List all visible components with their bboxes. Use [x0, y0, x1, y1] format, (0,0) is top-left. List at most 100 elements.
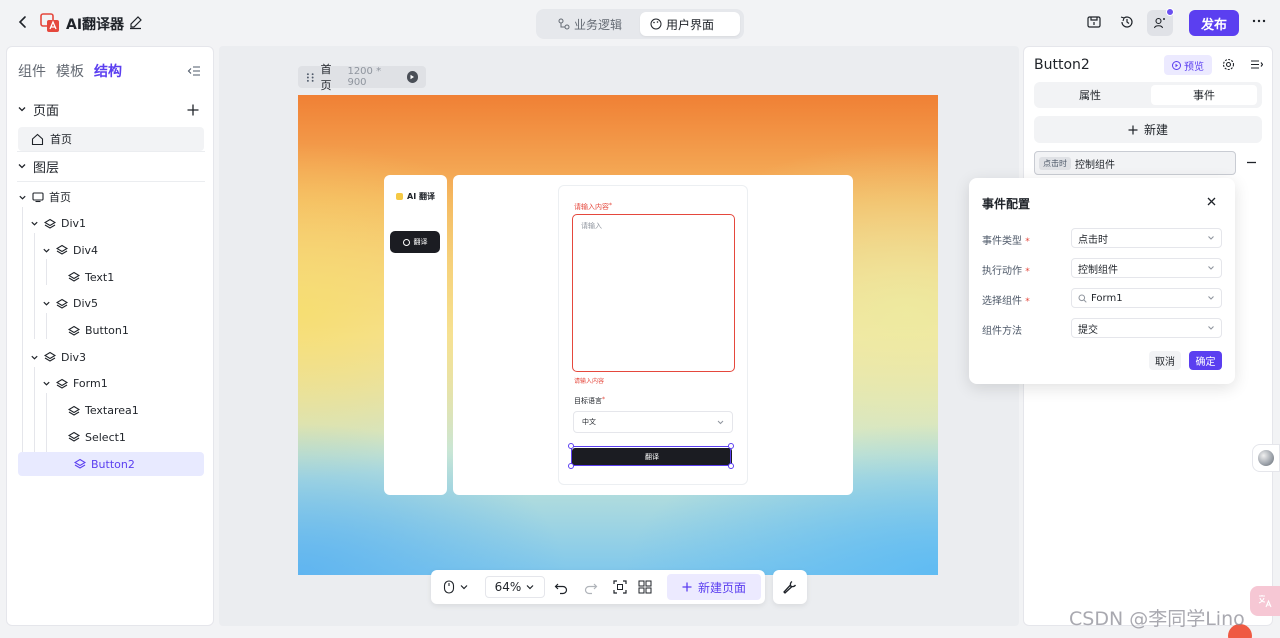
field-label-text: 事件类型: [982, 236, 1022, 247]
page-chip[interactable]: 首页 1200 * 900: [298, 63, 426, 92]
play-icon[interactable]: [406, 71, 418, 83]
tree-node[interactable]: Div5: [42, 292, 204, 316]
more-icon[interactable]: [1251, 13, 1267, 29]
tree-node-label: Div3: [61, 350, 87, 364]
tab-user-interface[interactable]: 用户界面: [640, 12, 740, 36]
tree-node[interactable]: Textarea1: [54, 399, 204, 423]
inspector-tabs: 属性 事件: [1034, 82, 1262, 108]
required-mark: *: [1025, 267, 1030, 277]
tab-events[interactable]: 事件: [1151, 85, 1257, 105]
app-title: AI翻译器: [66, 17, 125, 33]
users-icon: [1153, 17, 1165, 29]
tree-node[interactable]: Form1: [42, 372, 204, 396]
tab-components[interactable]: 组件: [18, 61, 46, 81]
edit-icon[interactable]: [128, 15, 143, 30]
preview-nav-button[interactable]: 翻译: [390, 231, 440, 253]
field-label: 执行动作 *: [982, 262, 1030, 277]
cancel-button[interactable]: 取消: [1149, 351, 1181, 370]
tree-node[interactable]: Text1: [54, 265, 204, 289]
history-icon[interactable]: [1119, 14, 1135, 30]
tree-node-label: Text1: [85, 270, 115, 284]
new-event-label: 新建: [1143, 123, 1168, 137]
zoom-select[interactable]: 64%: [485, 576, 545, 598]
translate-float-button[interactable]: [1250, 586, 1280, 616]
plus-icon: [682, 582, 692, 592]
tab-label: 业务逻辑: [574, 17, 623, 32]
chevron-down-icon: [18, 164, 26, 169]
layers-icon: [68, 432, 80, 442]
grid-icon[interactable]: [638, 578, 652, 596]
collapse-panel-icon[interactable]: [187, 64, 201, 78]
new-event-button[interactable]: 新建: [1034, 116, 1262, 143]
redo-icon[interactable]: [584, 578, 598, 596]
field-label-text: 执行动作: [982, 266, 1022, 277]
page-item-home[interactable]: 首页: [18, 127, 204, 151]
save-icon[interactable]: [1086, 14, 1102, 30]
field-select[interactable]: 提交: [1071, 318, 1222, 338]
preview-main[interactable]: 请输入内容* 请输入 请输入内容 目标语言* 中文 翻译: [453, 175, 853, 495]
layers-icon: [74, 458, 86, 469]
divider: [17, 181, 205, 182]
preview-logo-text: AI 翻译: [407, 192, 435, 201]
tree-node[interactable]: Div4: [42, 238, 204, 262]
chevron-down-icon: [1208, 236, 1214, 240]
wrench-icon: [783, 580, 797, 594]
tab-properties[interactable]: 属性: [1037, 85, 1143, 105]
section-title: 页面: [33, 103, 60, 119]
new-page-button[interactable]: 新建页面: [667, 574, 761, 600]
pages-section-header[interactable]: 页面: [17, 99, 59, 119]
remove-event-icon[interactable]: [1246, 157, 1257, 168]
preview-submit-button[interactable]: 翻译: [572, 448, 732, 466]
undo-icon[interactable]: [554, 578, 568, 596]
preview-form[interactable]: 请输入内容* 请输入 请输入内容 目标语言* 中文 翻译: [558, 185, 748, 485]
tree-node[interactable]: Button1: [54, 319, 204, 343]
preview-sidebar[interactable]: AI 翻译 翻译: [384, 175, 447, 495]
tree-node[interactable]: 首页: [18, 185, 204, 209]
tree-node[interactable]: Div3: [30, 345, 204, 369]
tree-node[interactable]: Button2: [18, 452, 204, 476]
field-select[interactable]: 控制组件: [1071, 258, 1222, 278]
tree-node[interactable]: Div1: [30, 212, 204, 236]
preview-logo: AI 翻译: [396, 191, 435, 202]
chevron-down-icon: [19, 195, 26, 200]
field-select[interactable]: Form1: [1071, 288, 1222, 308]
artboard[interactable]: AI 翻译 翻译 请输入内容* 请输入 请输入内容 目标语言* 中文 翻译: [298, 95, 938, 575]
field-select[interactable]: 点击时: [1071, 228, 1222, 248]
tools-button[interactable]: [773, 570, 807, 604]
close-icon[interactable]: [1206, 196, 1217, 207]
settings-icon[interactable]: [1222, 58, 1235, 71]
divider: [17, 151, 205, 152]
tree-guide: [46, 313, 47, 339]
drag-handle-icon[interactable]: [306, 72, 315, 83]
panel-menu-icon[interactable]: [1250, 58, 1263, 71]
preview-button[interactable]: 预览: [1164, 55, 1212, 75]
tree-node[interactable]: Select1: [54, 425, 204, 449]
canvas-area[interactable]: 首页 1200 * 900 AI 翻译 翻译 请输入内容* 请输入 请输入内容 …: [219, 46, 1019, 626]
tab-business-logic[interactable]: 业务逻辑: [548, 12, 632, 36]
new-page-label: 新建页面: [697, 580, 746, 595]
app-logo: [40, 13, 59, 32]
tree-node-label: 首页: [49, 191, 71, 204]
play-circle-icon: [1172, 60, 1181, 70]
translate-icon: [1258, 595, 1272, 608]
confirm-button[interactable]: 确定: [1189, 351, 1222, 370]
add-page-icon[interactable]: [186, 103, 200, 117]
chevron-down-icon: [43, 302, 50, 306]
tab-templates[interactable]: 模板: [56, 61, 84, 81]
field-label-text: 选择组件: [982, 296, 1022, 307]
layers-section-header[interactable]: 图层: [17, 156, 59, 176]
cursor-tool[interactable]: [443, 578, 469, 596]
event-trigger-tag: 点击时: [1039, 156, 1071, 170]
assistant-float-button[interactable]: [1252, 444, 1280, 472]
publish-button[interactable]: 发布: [1189, 10, 1239, 36]
section-title: 图层: [33, 160, 60, 176]
preview-select[interactable]: 中文: [573, 411, 733, 433]
tree-node-label: Textarea1: [85, 404, 139, 418]
home-icon: [31, 133, 44, 145]
fit-screen-icon[interactable]: [613, 578, 627, 596]
layers-icon: [44, 218, 56, 229]
preview-textarea[interactable]: 请输入: [572, 214, 735, 372]
tab-structure[interactable]: 结构: [94, 61, 122, 81]
event-item[interactable]: 点击时 控制组件: [1034, 151, 1236, 175]
back-arrow-icon[interactable]: [14, 13, 32, 31]
